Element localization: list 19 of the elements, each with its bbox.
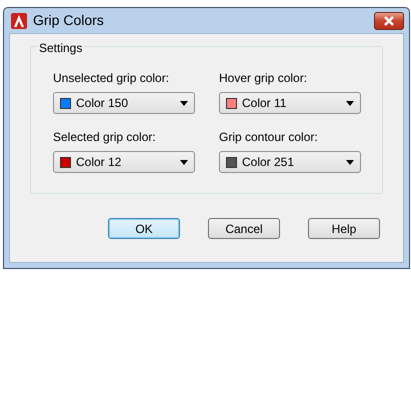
dropdown-arrow-icon [180, 100, 188, 106]
color-dropdown[interactable]: Color 11 [219, 92, 361, 114]
field-label: Hover grip color: [219, 70, 308, 87]
dropdown-arrow-icon [180, 160, 188, 164]
dialog-button[interactable]: Help [308, 218, 380, 239]
field-label: Unselected grip color: [53, 70, 170, 87]
close-icon [383, 16, 395, 26]
color-dropdown[interactable]: Color 251 [219, 151, 361, 173]
field-label: Grip contour color: [219, 129, 319, 146]
color-dropdown[interactable]: Color 150 [53, 92, 195, 114]
dialog-button[interactable]: OK [108, 218, 180, 239]
window-title: Grip Colors [33, 11, 104, 30]
dropdown-arrow-icon [346, 160, 354, 164]
close-button[interactable] [374, 12, 404, 30]
dropdown-arrow-icon [346, 100, 354, 106]
color-dropdown[interactable]: Color 12 [53, 151, 195, 173]
field-label: Selected grip color: [53, 129, 157, 146]
app-logo-icon [11, 12, 27, 28]
dialog-button[interactable]: Cancel [208, 218, 280, 239]
